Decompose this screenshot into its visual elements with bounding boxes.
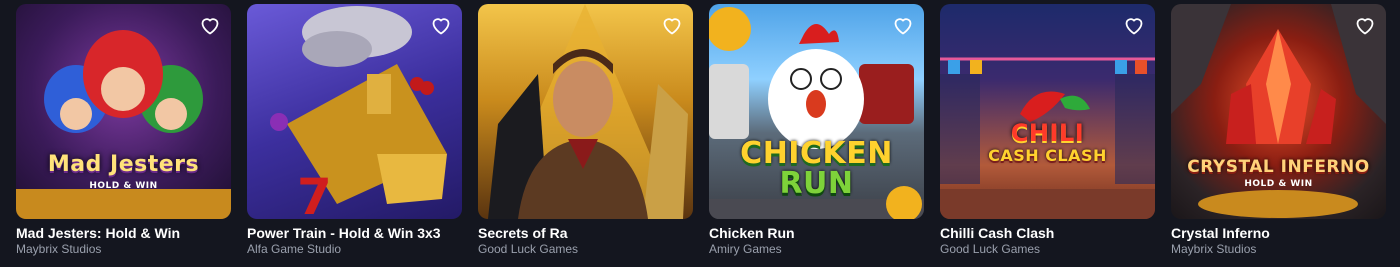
- game-title[interactable]: Secrets of Ra: [478, 225, 693, 242]
- game-grid: Mad Jesters HOLD & WIN Mad Jesters: Hold…: [16, 4, 1386, 256]
- game-logo-text: CHILI: [1010, 119, 1085, 147]
- favorite-heart-icon[interactable]: [1353, 13, 1377, 37]
- game-logo-subtext: RUN: [779, 166, 854, 201]
- favorite-heart-icon[interactable]: [1122, 13, 1146, 37]
- game-title[interactable]: Chicken Run: [709, 225, 924, 242]
- game-logo-subtext: CASH CLASH: [988, 146, 1107, 165]
- game-thumbnail[interactable]: CHILI CASH CLASH: [940, 4, 1155, 219]
- game-provider: Maybrix Studios: [16, 242, 102, 256]
- game-card-mad-jesters[interactable]: Mad Jesters HOLD & WIN Mad Jesters: Hold…: [16, 4, 231, 256]
- game-thumbnail[interactable]: [478, 4, 693, 219]
- game-card-chicken-run[interactable]: CHICKEN RUN Chicken Run Amiry Games: [709, 4, 924, 256]
- game-card-power-train[interactable]: 7 Power Train - Hold & Win 3x3 Alfa Game…: [247, 4, 462, 256]
- game-thumbnail[interactable]: CRYSTAL INFERNO HOLD & WIN: [1171, 4, 1386, 219]
- game-thumbnail[interactable]: 7: [247, 4, 462, 219]
- game-title[interactable]: Chilli Cash Clash: [940, 225, 1155, 242]
- game-logo-subtext: HOLD & WIN: [89, 181, 158, 191]
- game-logo-text: Mad Jesters: [47, 152, 200, 177]
- svg-text:7: 7: [297, 168, 332, 219]
- game-provider: Amiry Games: [709, 242, 782, 256]
- game-title[interactable]: Power Train - Hold & Win 3x3: [247, 225, 462, 242]
- game-card-chilli-cash-clash[interactable]: CHILI CASH CLASH Chilli Cash Clash Good …: [940, 4, 1155, 256]
- favorite-heart-icon[interactable]: [429, 13, 453, 37]
- game-thumbnail[interactable]: CHICKEN RUN: [709, 4, 924, 219]
- game-logo-subtext: HOLD & WIN: [1244, 179, 1313, 189]
- game-provider: Maybrix Studios: [1171, 242, 1257, 256]
- game-thumbnail[interactable]: Mad Jesters HOLD & WIN: [16, 4, 231, 219]
- game-provider: Good Luck Games: [940, 242, 1041, 256]
- game-card-secrets-of-ra[interactable]: Secrets of Ra Good Luck Games: [478, 4, 693, 256]
- game-provider: Good Luck Games: [478, 242, 579, 256]
- favorite-heart-icon[interactable]: [891, 13, 915, 37]
- game-card-crystal-inferno[interactable]: CRYSTAL INFERNO HOLD & WIN Crystal Infer…: [1171, 4, 1386, 256]
- favorite-heart-icon[interactable]: [198, 13, 222, 37]
- favorite-heart-icon[interactable]: [660, 13, 684, 37]
- game-provider: Alfa Game Studio: [247, 242, 342, 256]
- game-title[interactable]: Mad Jesters: Hold & Win: [16, 225, 231, 242]
- game-title[interactable]: Crystal Inferno: [1171, 225, 1386, 242]
- game-logo-text: CRYSTAL INFERNO: [1187, 157, 1370, 177]
